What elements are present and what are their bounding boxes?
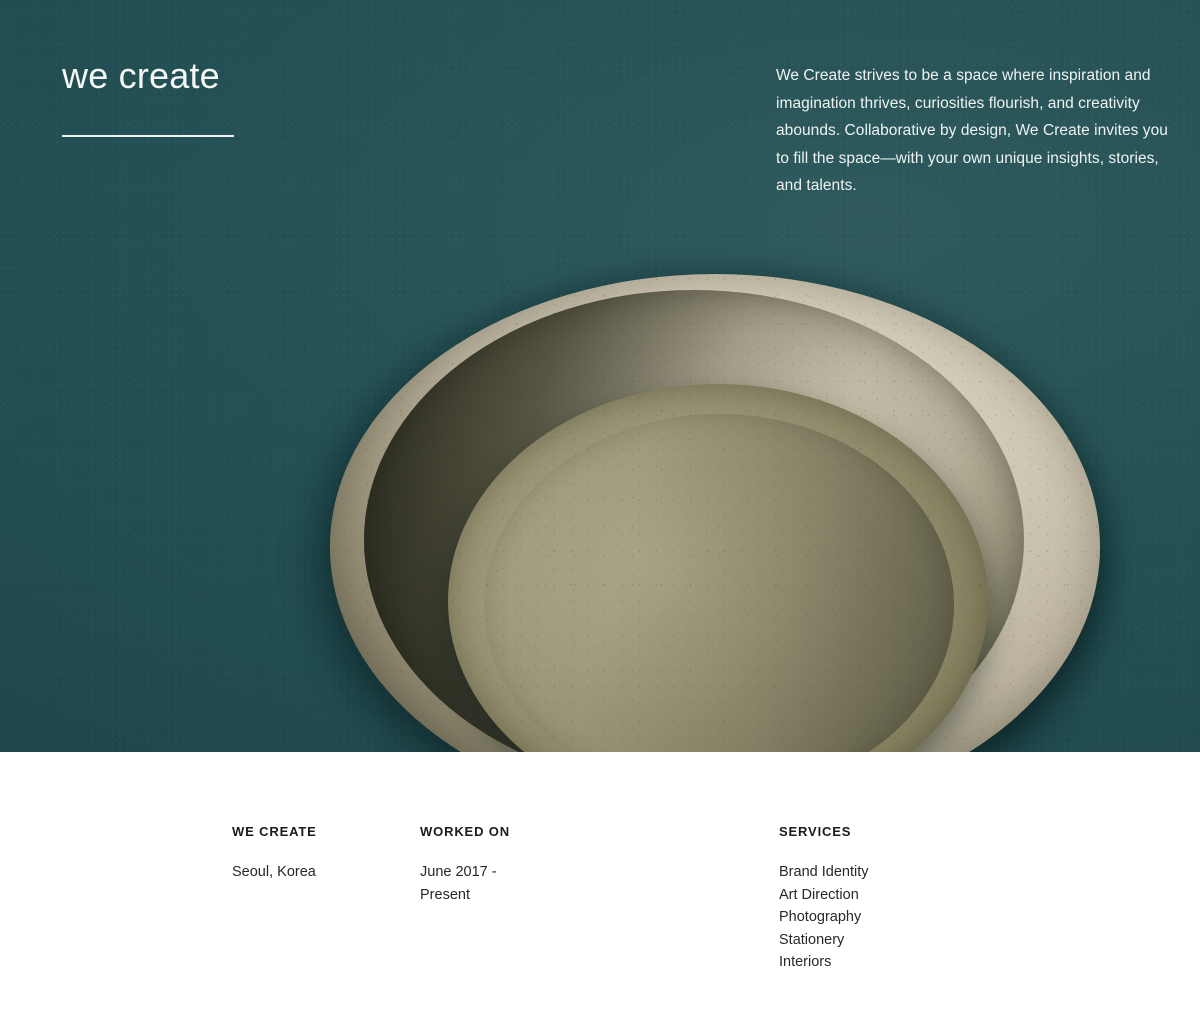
footer-column-services: SERVICES Brand Identity Art Direction Ph… (779, 824, 999, 974)
hero-section: we create We Create strives to be a spac… (0, 0, 1200, 752)
case-study-page: we create We Create strives to be a spac… (0, 0, 1200, 1016)
headline-divider-rule (62, 135, 234, 137)
hero-ceramic-plates-image (272, 266, 1102, 752)
footer-column-worked-on: WORKED ON June 2017 - Present (420, 824, 550, 906)
hero-headline-block: we create (62, 55, 220, 96)
footer-heading-services: SERVICES (779, 824, 852, 839)
list-item: Stationery (779, 931, 845, 948)
list-item: Interiors (779, 954, 832, 970)
footer-column-studio: WE CREATE Seoul, Korea (232, 824, 402, 884)
project-meta-footer: WE CREATE Seoul, Korea WORKED ON June 20… (0, 752, 1200, 1016)
list-item: Art Direction (779, 886, 859, 903)
footer-value-date-start: June 2017 - (420, 864, 497, 880)
footer-heading-worked-on: WORKED ON (420, 824, 510, 839)
page-title: we create (62, 55, 220, 96)
hero-intro-paragraph: We Create strives to be a space where in… (776, 62, 1168, 200)
intro-text: We Create strives to be a space where in… (776, 67, 1168, 194)
list-item: Brand Identity (779, 864, 869, 880)
services-list: Brand Identity Art Direction Photography… (779, 861, 999, 974)
list-item: Photography (779, 909, 862, 925)
footer-heading-studio: WE CREATE (232, 824, 317, 839)
footer-value-date-end: Present (420, 886, 470, 903)
footer-value-location: Seoul, Korea (232, 864, 316, 880)
